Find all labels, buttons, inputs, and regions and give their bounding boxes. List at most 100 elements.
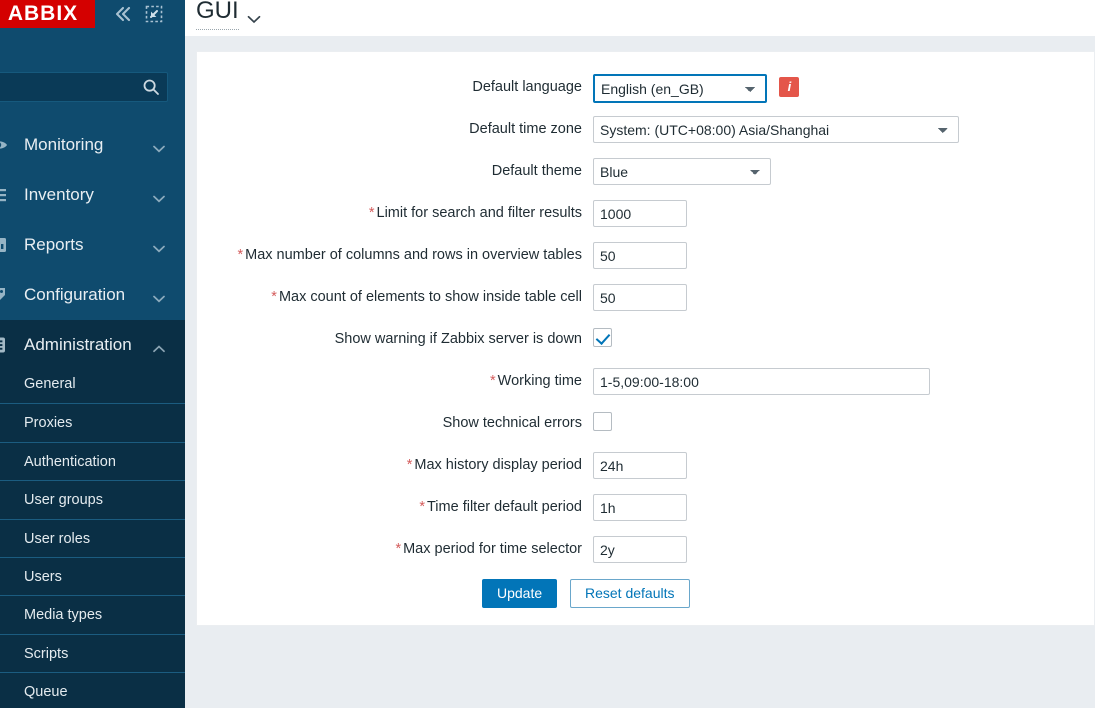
sidebar-subitem-label: User groups [24, 492, 103, 509]
sidebar-item-administration[interactable]: Administration [0, 320, 185, 370]
gui-settings-form: Default language English (en_GB) i Defau… [196, 51, 1095, 626]
compact-view-icon[interactable] [142, 2, 166, 26]
field-control [593, 536, 687, 563]
field-label: * Max count of elements to show inside ta… [271, 289, 582, 305]
form-actions: Update Reset defaults [197, 570, 1094, 616]
show-technical-errors-checkbox[interactable] [593, 412, 612, 431]
chevron-down-icon [153, 140, 165, 153]
max-columns-rows-input[interactable] [593, 242, 687, 269]
required-marker: * [368, 205, 375, 221]
field-label: * Time filter default period [419, 499, 582, 515]
sidebar-subitem-label: General [24, 376, 76, 392]
required-marker: * [490, 373, 496, 389]
chevron-down-icon [153, 190, 165, 203]
main-area: GUI Default language English (en_GB) i D… [185, 0, 1095, 708]
sidebar-item-users[interactable]: Users [0, 556, 185, 595]
sidebar-item-general[interactable]: General [0, 365, 185, 403]
sidebar-item-scripts[interactable]: Scripts [0, 633, 185, 672]
page-title: GUI [196, 0, 239, 30]
reset-defaults-button[interactable]: Reset defaults [570, 579, 690, 608]
field-control: English (en_GB) i [593, 74, 800, 103]
field-control [593, 200, 687, 227]
sidebar-item-user-roles[interactable]: User roles [0, 518, 185, 557]
zabbix-logo[interactable]: ABBIX [0, 0, 95, 28]
info-icon[interactable]: i [779, 77, 800, 97]
sidebar-item-proxies[interactable]: Proxies [0, 403, 185, 441]
sidebar-subitem-label: Users [24, 568, 62, 585]
sidebar-search[interactable] [0, 72, 168, 102]
field-control [593, 242, 687, 269]
field-control: Blue [593, 158, 771, 185]
default-theme-select[interactable]: Blue [593, 158, 771, 185]
form-row-max-history-period: * Max history display period [197, 444, 1094, 486]
required-marker: * [419, 499, 425, 515]
limit-search-results-input[interactable] [593, 200, 687, 227]
sidebar-item-user-groups[interactable]: User groups [0, 480, 185, 518]
sidebar-subitem-label: User roles [24, 530, 91, 547]
max-period-time-selector-input[interactable] [593, 536, 687, 563]
search-icon[interactable] [142, 78, 160, 96]
sidebar-item-monitoring[interactable]: Monitoring [0, 120, 185, 170]
page-header: GUI [185, 0, 1095, 36]
field-label: * Max history display period [406, 457, 582, 473]
sidebar-subitem-label: Media types [24, 607, 103, 624]
sidebar-subitem-label: Proxies [24, 415, 73, 432]
chevron-down-icon [153, 240, 165, 253]
field-label: * Max period for time selector [395, 541, 582, 557]
field-label: Show technical errors [442, 415, 582, 431]
form-row-max-period-time-selector: * Max period for time selector [197, 528, 1094, 570]
chevron-down-icon [153, 290, 165, 303]
form-row-show-technical-errors: Show technical errors [197, 402, 1094, 444]
field-control [593, 326, 612, 347]
form-row-default-time-zone: Default time zone System: (UTC+08:00) As… [197, 108, 1094, 150]
form-row-default-theme: Default theme Blue [197, 150, 1094, 192]
field-control [593, 284, 687, 311]
sidebar-item-label: Monitoring [24, 135, 104, 154]
form-row-working-time: * Working time [197, 360, 1094, 402]
required-marker: * [395, 541, 402, 557]
sidebar-top-bar: ABBIX [0, 0, 185, 32]
field-label: * Max number of columns and rows in overv… [237, 247, 582, 263]
sidebar-nav: Monitoring Inventory Reports Configurati… [0, 120, 185, 370]
form-row-time-filter-default: * Time filter default period [197, 486, 1094, 528]
default-language-select[interactable]: English (en_GB) [593, 74, 767, 103]
field-control [593, 494, 687, 521]
max-elements-table-cell-input[interactable] [593, 284, 687, 311]
sidebar-item-reports[interactable]: Reports [0, 220, 185, 270]
double-chevron-left-icon[interactable] [110, 2, 134, 26]
settings-icon [0, 335, 8, 355]
show-server-warning-checkbox[interactable] [593, 328, 612, 347]
max-history-period-input[interactable] [593, 452, 687, 479]
sidebar-subitem-label: Authentication [24, 453, 116, 470]
required-marker: * [271, 289, 277, 305]
sidebar-item-media-types[interactable]: Media types [0, 595, 185, 633]
field-label: * Limit for search and filter results [368, 205, 582, 221]
sidebar-subitem-label: Scripts [24, 645, 69, 662]
search-input[interactable] [0, 73, 129, 101]
working-time-input[interactable] [593, 368, 930, 395]
sidebar-item-label: Administration [24, 335, 132, 354]
form-row-max-columns-rows: * Max number of columns and rows in overv… [197, 234, 1094, 276]
time-filter-default-input[interactable] [593, 494, 687, 521]
default-time-zone-select[interactable]: System: (UTC+08:00) Asia/Shanghai [593, 116, 959, 143]
sidebar-item-authentication[interactable]: Authentication [0, 441, 185, 480]
app-root: ABBIX Monitoring Inventory Reports Confi… [0, 0, 1095, 708]
sidebar-item-queue[interactable]: Queue [0, 672, 185, 708]
page-title-dropdown[interactable]: GUI [196, 0, 261, 30]
sidebar-subitem-label: Queue [24, 684, 68, 701]
field-label: Show warning if Zabbix server is down [334, 331, 582, 347]
chart-icon [0, 235, 8, 255]
form-row-show-server-warning: Show warning if Zabbix server is down [197, 318, 1094, 360]
sidebar-submenu-administration: General Proxies Authentication User grou… [0, 365, 185, 708]
chevron-down-icon[interactable] [247, 11, 261, 23]
eye-icon [0, 135, 8, 155]
list-icon [0, 185, 8, 205]
field-control [593, 368, 930, 395]
field-control [593, 452, 687, 479]
field-label: Default theme [491, 163, 582, 179]
form-row-limit-search-results: * Limit for search and filter results [197, 192, 1094, 234]
field-label: * Working time [490, 373, 582, 389]
update-button[interactable]: Update [482, 579, 558, 608]
sidebar-item-inventory[interactable]: Inventory [0, 170, 185, 220]
sidebar-item-configuration[interactable]: Configuration [0, 270, 185, 320]
